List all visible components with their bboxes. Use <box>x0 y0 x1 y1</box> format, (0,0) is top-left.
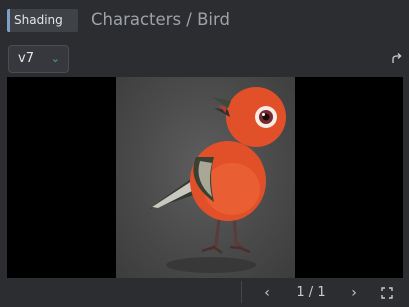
controls-divider <box>241 281 242 303</box>
chevron-right-icon[interactable]: › <box>344 282 364 304</box>
viewer-controls: ‹ 1 / 1 › <box>7 278 403 307</box>
header-bar: Shading Characters / Bird <box>0 0 409 40</box>
version-value: v7 <box>18 51 34 66</box>
bird-render-image <box>116 77 295 278</box>
bird-illustration <box>150 87 286 273</box>
shading-tag[interactable]: Shading <box>7 9 78 32</box>
image-viewer[interactable] <box>7 77 403 278</box>
breadcrumb: Characters / Bird <box>91 10 230 29</box>
fullscreen-icon[interactable] <box>377 282 397 304</box>
chevron-left-icon[interactable]: ‹ <box>257 282 277 304</box>
chevron-down-icon: ⌄ <box>50 52 60 65</box>
share-arrow-icon[interactable] <box>391 52 403 64</box>
page-counter: 1 / 1 <box>296 285 326 300</box>
version-select[interactable]: v7 ⌄ <box>8 45 69 73</box>
